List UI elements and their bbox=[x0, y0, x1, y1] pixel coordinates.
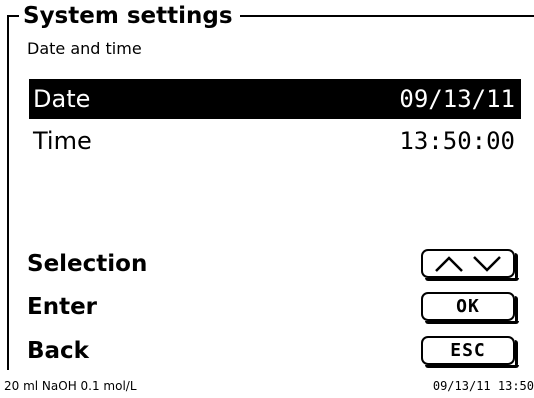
ok-button[interactable]: OK bbox=[421, 292, 519, 324]
setting-label-time: Time bbox=[33, 127, 92, 155]
esc-button[interactable]: ESC bbox=[421, 336, 519, 368]
page-subtitle: Date and time bbox=[27, 39, 142, 58]
enter-label: Enter bbox=[27, 294, 98, 320]
setting-value-time: 13:50:00 bbox=[399, 127, 515, 155]
back-label: Back bbox=[27, 338, 89, 364]
arrow-up-icon bbox=[435, 255, 463, 272]
setting-row-date[interactable]: Date 09/13/11 bbox=[29, 79, 521, 119]
status-datetime: 09/13/11 13:50 bbox=[432, 379, 534, 393]
setting-value-date: 09/13/11 bbox=[399, 85, 515, 113]
arrow-down-icon bbox=[473, 255, 501, 272]
setting-label-date: Date bbox=[33, 85, 91, 113]
selection-label: Selection bbox=[27, 251, 148, 277]
status-method: 20 ml NaOH 0.1 mol/L bbox=[4, 379, 137, 393]
setting-row-time[interactable]: Time 13:50:00 bbox=[29, 121, 521, 161]
selection-arrows-button[interactable] bbox=[421, 249, 519, 281]
page-title: System settings bbox=[19, 3, 240, 29]
